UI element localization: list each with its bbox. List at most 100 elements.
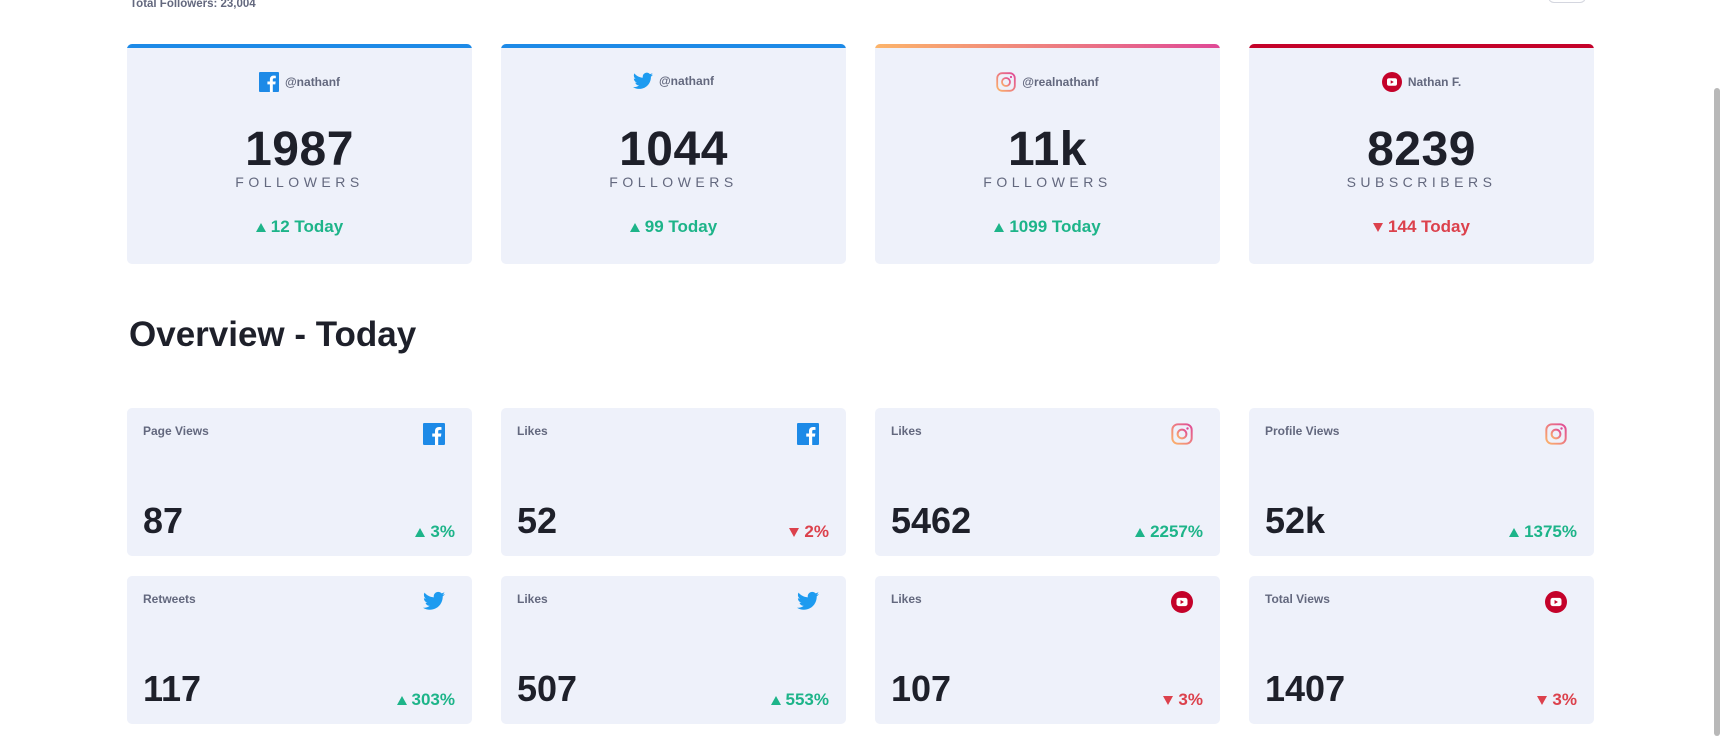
instagram-accent-bar [875,44,1220,48]
overview-card[interactable]: Total Views 1407 3% [1249,576,1594,724]
metric-value: 117 [143,668,202,709]
instagram-icon [996,72,1016,92]
handle-text: @nathanf [284,75,341,89]
delta-text: 553% [785,690,829,709]
arrow-up-icon [994,222,1005,232]
handle-text: Nathan F. [1407,75,1462,89]
overview-card[interactable]: Profile Views 52k 1375% [1249,408,1594,556]
daily-delta: 1099 Today [875,217,1220,237]
follower-count: 1044 [619,123,728,176]
metric-value: 52k [1265,500,1326,541]
handle-row: @realnathanf [875,72,1220,92]
metric-delta: 3% [1537,690,1577,710]
instagram-icon [1171,423,1193,445]
delta-text: 12 Today [270,217,344,236]
delta-text: 3% [1552,690,1577,709]
handle-row: @nathanf [501,72,846,90]
instagram-icon [1545,423,1567,445]
follower-count: 11k [1008,123,1087,176]
handle-text: @nathanf [658,74,715,88]
facebook-icon [258,72,279,92]
arrow-up-icon [415,527,426,537]
arrow-up-icon [1135,527,1146,537]
total-followers: Total Followers: 23,004 [130,0,256,10]
daily-delta: 99 Today [501,217,846,237]
metric-delta: 2257% [1135,522,1203,542]
overview-card[interactable]: Likes 507 553% [501,576,846,724]
twitter-icon [632,72,653,90]
overview-grid: Page Views 87 3% Likes 52 2% Likes 5462 … [127,408,1594,724]
page-scrollbar[interactable] [1714,88,1720,736]
theme-toggle[interactable] [1548,0,1586,3]
twitter-icon [797,591,819,613]
follower-card-twitter[interactable]: @nathanf 1044 FOLLOWERS 99 Today [501,44,846,264]
youtube-icon [1171,591,1193,613]
arrow-up-icon [629,222,640,232]
youtube-icon [1545,591,1567,613]
facebook-icon [797,423,819,445]
overview-card[interactable]: Likes 107 3% [875,576,1220,724]
handle-row: @nathanf [127,72,472,92]
overview-title: Overview - Today [129,315,417,354]
metric-label: Likes [891,592,922,606]
metric-label: Profile Views [1265,424,1340,438]
delta-text: 99 Today [644,217,718,236]
arrow-down-icon [1537,695,1548,705]
follower-unit: FOLLOWERS [609,174,738,190]
follower-card-instagram[interactable]: @realnathanf 11k FOLLOWERS 1099 Today [875,44,1220,264]
youtube-accent-bar [1249,44,1594,48]
arrow-up-icon [396,695,407,705]
delta-text: 303% [411,690,455,709]
follower-count: 1987 [245,123,354,176]
arrow-up-icon [770,695,781,705]
metric-value: 107 [891,668,952,709]
overview-card[interactable]: Likes 52 2% [501,408,846,556]
metric-delta: 2% [789,522,829,542]
handle-row: Nathan F. [1249,72,1594,92]
delta-text: 144 Today [1388,217,1470,236]
metric-value: 52 [517,500,558,541]
overview-card[interactable]: Retweets 117 303% [127,576,472,724]
delta-text: 2257% [1150,522,1203,541]
overview-card[interactable]: Page Views 87 3% [127,408,472,556]
metric-label: Retweets [143,592,196,606]
metric-delta: 1375% [1509,522,1577,542]
arrow-up-icon [1509,527,1520,537]
daily-delta: 12 Today [127,217,472,237]
follower-card-facebook[interactable]: @nathanf 1987 FOLLOWERS 12 Today [127,44,472,264]
metric-delta: 3% [1163,690,1203,710]
metric-label: Likes [891,424,922,438]
delta-text: 3% [430,522,455,541]
youtube-icon [1381,72,1402,92]
metric-value: 87 [143,500,184,541]
metric-delta: 553% [770,690,829,710]
follower-count: 8239 [1367,123,1476,176]
metric-delta: 3% [415,522,455,542]
follower-unit: SUBSCRIBERS [1346,174,1497,190]
twitter-icon [423,591,445,613]
follower-card-youtube[interactable]: Nathan F. 8239 SUBSCRIBERS 144 Today [1249,44,1594,264]
metric-value: 1407 [1265,668,1346,709]
metric-value: 507 [517,668,578,709]
arrow-down-icon [1373,222,1384,232]
dashboard-page: Total Followers: 23,004 @nathanf 1987 FO… [0,0,1723,740]
metric-delta: 303% [396,690,455,710]
handle-text: @realnathanf [1022,75,1099,89]
facebook-icon [423,423,445,445]
metric-label: Page Views [143,424,209,438]
arrow-up-icon [255,222,266,232]
delta-text: 1375% [1524,522,1577,541]
delta-text: 1099 Today [1009,217,1101,236]
follower-unit: FOLLOWERS [983,174,1112,190]
follower-cards: @nathanf 1987 FOLLOWERS 12 Today @nathan… [127,44,1594,264]
arrow-down-icon [789,527,800,537]
metric-value: 5462 [891,500,972,541]
metric-label: Likes [517,424,548,438]
daily-delta: 144 Today [1249,217,1594,237]
facebook-accent-bar [127,44,472,48]
overview-card[interactable]: Likes 5462 2257% [875,408,1220,556]
delta-text: 3% [1178,690,1203,709]
metric-label: Total Views [1265,592,1330,606]
follower-unit: FOLLOWERS [235,174,364,190]
metric-label: Likes [517,592,548,606]
